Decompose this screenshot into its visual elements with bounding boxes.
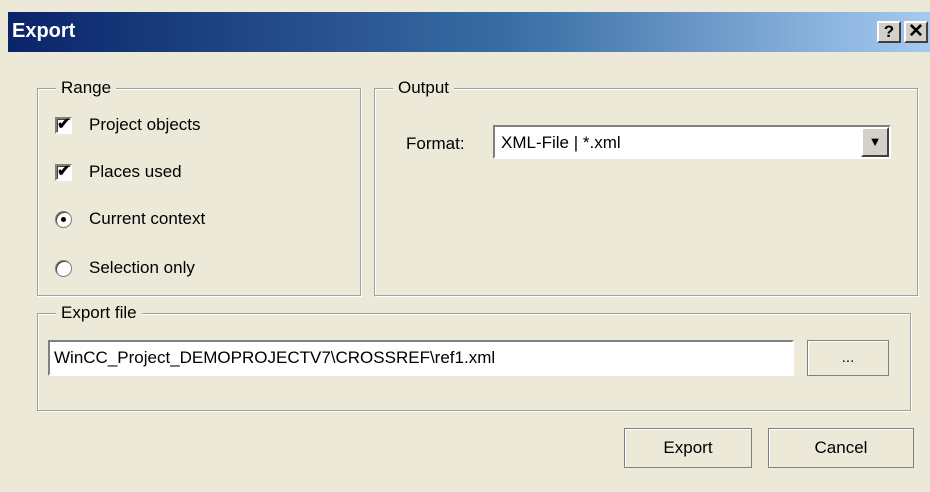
places-used-option[interactable]: ✔ Places used (55, 160, 182, 184)
chevron-down-icon[interactable]: ▼ (861, 127, 889, 157)
format-select-value: XML-File | *.xml (501, 133, 621, 152)
project-objects-label: Project objects (89, 115, 201, 134)
range-legend: Range (56, 77, 117, 99)
radio-selected-dot (61, 216, 66, 222)
export-file-path-input[interactable] (48, 340, 794, 376)
window-title: Export (12, 20, 76, 42)
browse-button[interactable]: ... (807, 340, 889, 376)
format-label: Format: (406, 134, 465, 153)
current-context-option[interactable]: Current context (55, 207, 205, 231)
places-used-checkbox[interactable]: ✔ (55, 162, 72, 181)
help-button[interactable]: ? (877, 21, 901, 43)
export-file-group: Export file ... (37, 302, 911, 411)
format-select[interactable]: XML-File | *.xml ▼ (493, 125, 891, 159)
export-button[interactable]: Export (624, 428, 752, 468)
close-button[interactable]: ✕ (904, 21, 928, 43)
current-context-label: Current context (89, 209, 206, 228)
current-context-radio[interactable] (55, 210, 72, 228)
export-file-legend: Export file (56, 302, 142, 324)
title-bar[interactable]: Export ? ✕ (8, 12, 930, 52)
export-dialog: Export ? ✕ Range ✔ Project objects ✔ Pla… (0, 0, 930, 492)
project-objects-option[interactable]: ✔ Project objects (55, 113, 201, 137)
output-legend: Output (393, 77, 455, 99)
checkmark-icon: ✔ (57, 115, 71, 133)
selection-only-radio[interactable] (55, 259, 72, 277)
selection-only-label: Selection only (89, 258, 195, 277)
places-used-label: Places used (89, 162, 182, 181)
checkmark-icon: ✔ (57, 162, 71, 180)
cancel-button[interactable]: Cancel (768, 428, 914, 468)
output-group: Output Format: XML-File | *.xml ▼ (374, 77, 918, 296)
selection-only-option[interactable]: Selection only (55, 256, 195, 280)
range-group: Range ✔ Project objects ✔ Places used Cu… (37, 77, 361, 296)
project-objects-checkbox[interactable]: ✔ (55, 115, 72, 134)
